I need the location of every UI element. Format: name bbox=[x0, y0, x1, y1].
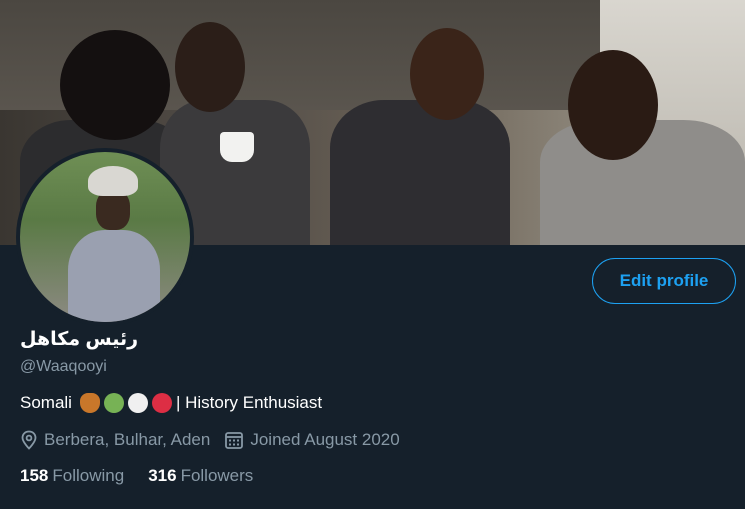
followers-count: 316 bbox=[148, 466, 177, 485]
join-date: Joined August 2020 bbox=[224, 430, 400, 450]
location: Berbera, Bulhar, Aden bbox=[20, 430, 210, 450]
followers-label: Followers bbox=[180, 466, 254, 485]
following-link[interactable]: 158 Following bbox=[20, 466, 124, 486]
following-label: Following bbox=[52, 466, 125, 485]
green-heart-icon bbox=[103, 393, 124, 413]
avatar-robe bbox=[68, 230, 160, 322]
join-date-text: Joined August 2020 bbox=[250, 430, 400, 449]
profile-bio: Somali | History Enthusiast bbox=[20, 393, 322, 413]
calendar-icon bbox=[225, 432, 244, 449]
banner-head-1 bbox=[60, 30, 170, 140]
banner-head-2 bbox=[175, 22, 245, 112]
follow-stats: 158 Following 316 Followers bbox=[20, 466, 277, 486]
user-handle: @Waaqooyi bbox=[20, 358, 107, 375]
avatar-turban bbox=[88, 166, 138, 196]
banner-head-3 bbox=[410, 28, 484, 120]
owl-emoji-icon bbox=[79, 393, 100, 413]
avatar-face bbox=[96, 190, 130, 230]
following-count: 158 bbox=[20, 466, 49, 485]
location-text: Berbera, Bulhar, Aden bbox=[44, 430, 211, 449]
banner-figure-3 bbox=[330, 100, 510, 245]
followers-link[interactable]: 316 Followers bbox=[148, 466, 253, 486]
profile-avatar[interactable] bbox=[16, 148, 194, 326]
red-heart-icon bbox=[151, 393, 172, 413]
banner-head-4 bbox=[568, 50, 658, 160]
location-pin-icon bbox=[21, 430, 37, 450]
white-heart-icon bbox=[127, 393, 148, 413]
banner-cup bbox=[220, 132, 254, 162]
display-name: رئيس مكاهل bbox=[20, 329, 139, 350]
bio-prefix: Somali bbox=[20, 393, 72, 412]
bio-suffix: | History Enthusiast bbox=[175, 393, 323, 412]
profile-meta: Berbera, Bulhar, Aden Joined August 2020 bbox=[20, 430, 414, 450]
edit-profile-button[interactable]: Edit profile bbox=[592, 258, 736, 304]
